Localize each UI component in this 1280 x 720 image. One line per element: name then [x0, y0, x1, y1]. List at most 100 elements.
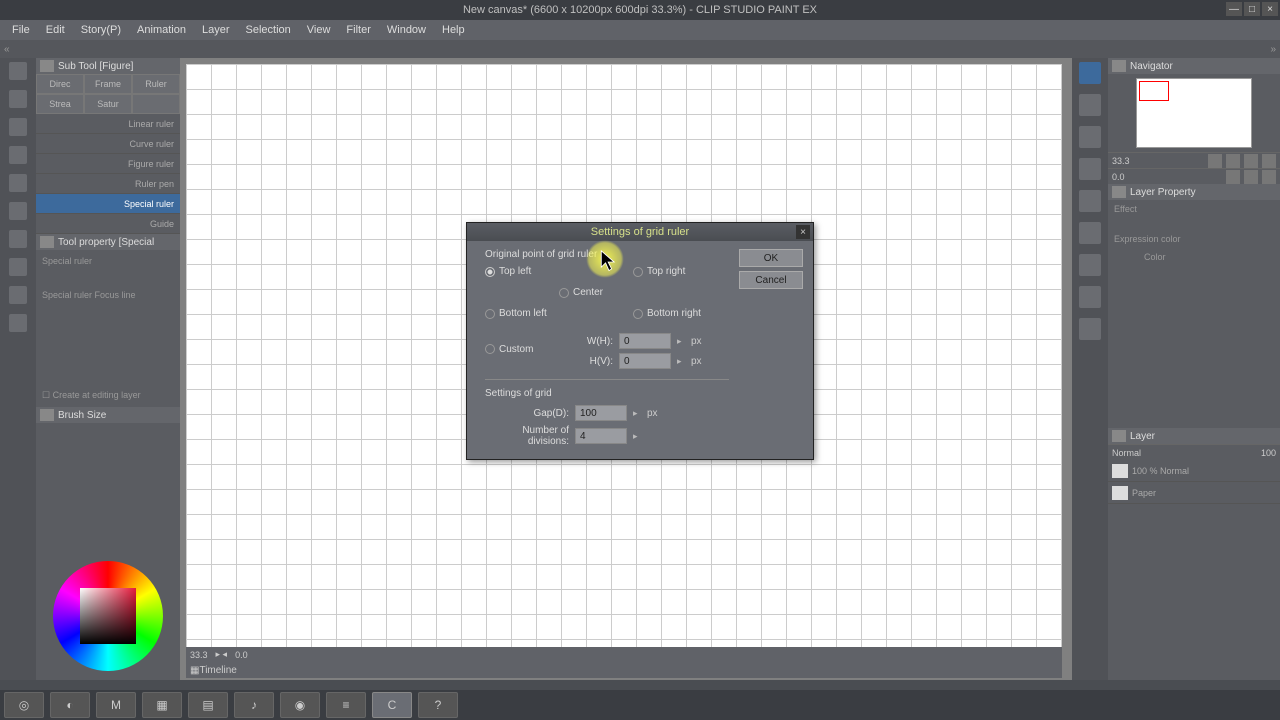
- taskbar-app[interactable]: ◐: [50, 692, 90, 718]
- color-square[interactable]: [80, 588, 136, 644]
- layer-row[interactable]: Paper: [1108, 482, 1280, 504]
- spinner-icon[interactable]: ▸: [677, 356, 685, 367]
- rotate-right-icon[interactable]: [1244, 170, 1258, 184]
- radio-top-right[interactable]: Top right: [633, 266, 723, 277]
- menu-layer[interactable]: Layer: [194, 24, 238, 36]
- menu-file[interactable]: File: [4, 24, 38, 36]
- taskbar-app[interactable]: ◎: [4, 692, 44, 718]
- tool-icon[interactable]: [9, 90, 27, 108]
- radio-center[interactable]: Center: [559, 287, 633, 298]
- navigator-thumbnail[interactable]: [1136, 78, 1252, 148]
- dialog-titlebar[interactable]: Settings of grid ruler ×: [467, 223, 813, 241]
- ruler-item[interactable]: Guide: [36, 214, 180, 234]
- cancel-button[interactable]: Cancel: [739, 271, 803, 289]
- chevron-right-icon[interactable]: »: [1270, 44, 1276, 55]
- window-minimize-button[interactable]: —: [1226, 2, 1242, 16]
- ok-button[interactable]: OK: [739, 249, 803, 267]
- window-close-button[interactable]: ×: [1262, 2, 1278, 16]
- radio-top-left[interactable]: Top left: [485, 266, 559, 277]
- menu-filter[interactable]: Filter: [338, 24, 378, 36]
- viewport-rect[interactable]: [1139, 81, 1169, 101]
- taskbar-app[interactable]: ≡: [326, 692, 366, 718]
- canvas-statusbar: 33.3 ▸ ◂ 0.0: [186, 647, 1062, 662]
- subtool-tab[interactable]: Frame: [84, 74, 132, 94]
- window-maximize-button[interactable]: □: [1244, 2, 1260, 16]
- tool-icon[interactable]: [1079, 190, 1101, 212]
- tool-icon[interactable]: [1079, 62, 1101, 84]
- ruler-item[interactable]: Linear ruler: [36, 114, 180, 134]
- tool-icon[interactable]: [9, 258, 27, 276]
- taskbar-app[interactable]: ?: [418, 692, 458, 718]
- tool-icon[interactable]: [9, 62, 27, 80]
- ruler-item[interactable]: Figure ruler: [36, 154, 180, 174]
- nav-icon[interactable]: [1262, 154, 1276, 168]
- tool-icon[interactable]: [9, 286, 27, 304]
- tool-icon[interactable]: [1079, 126, 1101, 148]
- subtool-tab[interactable]: Satur: [84, 94, 132, 114]
- subtool-tab[interactable]: Strea: [36, 94, 84, 114]
- ruler-list: Linear rulerCurve rulerFigure rulerRuler…: [36, 114, 180, 234]
- group-label-grid: Settings of grid: [485, 388, 729, 399]
- tool-icon[interactable]: [9, 314, 27, 332]
- divisions-input[interactable]: [575, 428, 627, 444]
- radio-bottom-right[interactable]: Bottom right: [633, 308, 723, 319]
- rotate-left-icon[interactable]: [1226, 170, 1240, 184]
- spinner-icon[interactable]: ▸: [633, 408, 641, 419]
- timeline-panel[interactable]: ▦ Timeline: [186, 662, 1062, 678]
- ruler-item[interactable]: Curve ruler: [36, 134, 180, 154]
- menu-view[interactable]: View: [299, 24, 339, 36]
- layer-panel-title: Layer: [1130, 431, 1155, 442]
- zoom-out-icon[interactable]: [1208, 154, 1222, 168]
- subtool-tab[interactable]: Ruler: [132, 74, 180, 94]
- layer-list: 100 % NormalPaper: [1108, 460, 1280, 680]
- ruler-item[interactable]: Ruler pen: [36, 174, 180, 194]
- taskbar-app[interactable]: M: [96, 692, 136, 718]
- layer-thumbnail: [1112, 486, 1128, 500]
- subtool-tabs-row2: StreaSatur: [36, 94, 180, 114]
- color-wheel[interactable]: [53, 561, 163, 671]
- tool-icon[interactable]: [1079, 286, 1101, 308]
- gap-input[interactable]: [575, 405, 627, 421]
- taskbar-app[interactable]: C: [372, 692, 412, 718]
- subtool-tab[interactable]: Direc: [36, 74, 84, 94]
- radio-custom[interactable]: Custom: [485, 344, 559, 355]
- tool-icon[interactable]: [1079, 318, 1101, 340]
- tool-icon[interactable]: [1079, 222, 1101, 244]
- taskbar-app[interactable]: ◉: [280, 692, 320, 718]
- tool-icon[interactable]: [9, 174, 27, 192]
- ruler-item[interactable]: Special ruler: [36, 194, 180, 214]
- chevron-left-icon[interactable]: «: [4, 44, 10, 55]
- divisions-label: Number of divisions:: [485, 425, 569, 447]
- subtool-tabs: DirecFrameRuler: [36, 74, 180, 94]
- menu-selection[interactable]: Selection: [238, 24, 299, 36]
- tool-icon[interactable]: [9, 118, 27, 136]
- radio-bottom-left[interactable]: Bottom left: [485, 308, 559, 319]
- wh-input[interactable]: [619, 333, 671, 349]
- layer-opacity[interactable]: 100: [1261, 448, 1276, 458]
- menu-edit[interactable]: Edit: [38, 24, 73, 36]
- dialog-close-button[interactable]: ×: [796, 225, 810, 239]
- tool-icon[interactable]: [9, 202, 27, 220]
- tool-icon[interactable]: [1079, 158, 1101, 180]
- tool-icon[interactable]: [1079, 254, 1101, 276]
- layer-row[interactable]: 100 % Normal: [1108, 460, 1280, 482]
- menu-window[interactable]: Window: [379, 24, 434, 36]
- tool-icon[interactable]: [9, 230, 27, 248]
- menu-animation[interactable]: Animation: [129, 24, 194, 36]
- spinner-icon[interactable]: ▸: [677, 336, 685, 347]
- spinner-icon[interactable]: ▸: [633, 431, 641, 442]
- toolprop-checkbox-label[interactable]: Create at editing layer: [53, 390, 141, 400]
- taskbar-app[interactable]: ♪: [234, 692, 274, 718]
- brush-title: Brush Size: [58, 410, 106, 421]
- menu-help[interactable]: Help: [434, 24, 473, 36]
- tool-icon[interactable]: [9, 146, 27, 164]
- hv-input[interactable]: [619, 353, 671, 369]
- fit-icon[interactable]: [1244, 154, 1258, 168]
- taskbar-app[interactable]: ▦: [142, 692, 182, 718]
- tool-icon[interactable]: [1079, 94, 1101, 116]
- taskbar-app[interactable]: ▤: [188, 692, 228, 718]
- menu-story(p)[interactable]: Story(P): [73, 24, 129, 36]
- zoom-in-icon[interactable]: [1226, 154, 1240, 168]
- flip-icon[interactable]: [1262, 170, 1276, 184]
- blend-mode[interactable]: Normal: [1112, 448, 1141, 458]
